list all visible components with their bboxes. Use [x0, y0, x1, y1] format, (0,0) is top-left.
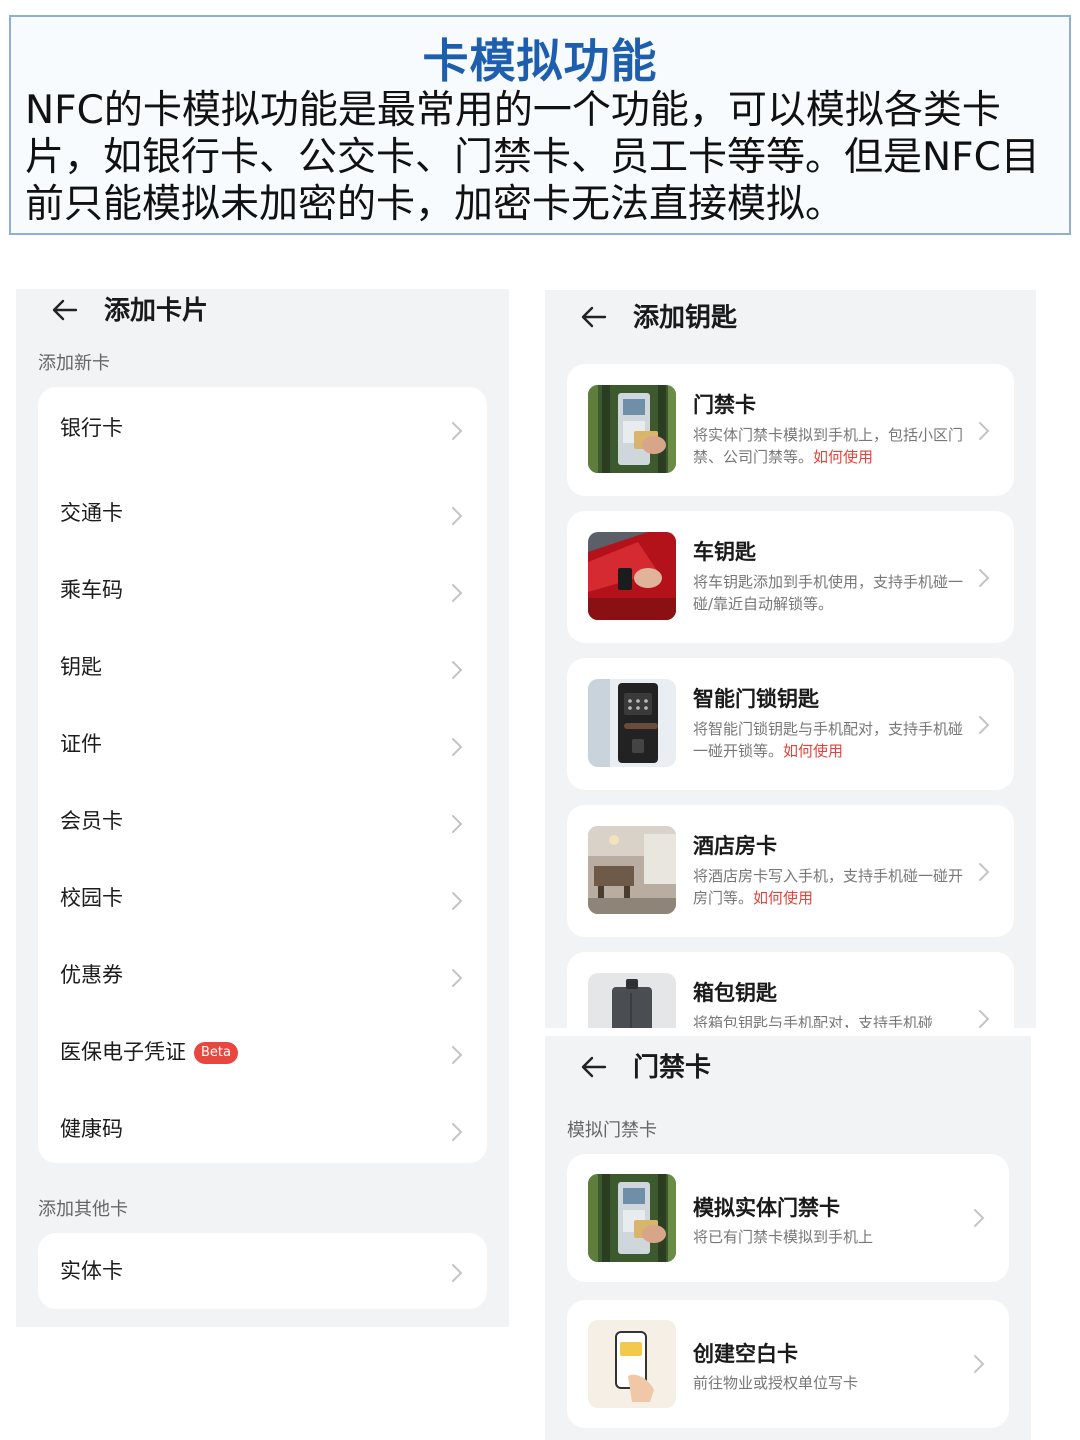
door-item-title: 创建空白卡 [693, 1342, 798, 1366]
how-to-use-link[interactable]: 如何使用 [783, 742, 843, 760]
list-item-label: 证件 [60, 732, 102, 756]
list-item-label: 乘车码 [60, 578, 123, 602]
how-to-use-link[interactable]: 如何使用 [753, 889, 813, 907]
how-to-use-link[interactable]: 如何使用 [813, 448, 873, 466]
list-item-label: 优惠券 [60, 963, 123, 987]
chevron-right-icon [979, 569, 990, 587]
list-item-campus-card[interactable]: 校园卡 [38, 857, 487, 934]
section-label-simulate: 模拟门禁卡 [567, 1120, 657, 1141]
page-title: 添加卡片 [104, 296, 209, 326]
door-access-photo [588, 385, 676, 473]
chevron-right-icon [979, 863, 990, 881]
chevron-right-icon [452, 1046, 463, 1064]
intro-text: NFC的卡模拟功能是最常用的一个功能，可以模拟各类卡片，如银行卡、公交卡、门禁卡… [25, 88, 1040, 227]
key-item-title: 门禁卡 [693, 393, 756, 417]
add-card-nav-bar: 添加卡片 [16, 289, 509, 337]
door-item-simulate-physical[interactable]: 模拟实体门禁卡 将已有门禁卡模拟到手机上 [567, 1154, 1009, 1282]
key-item-title: 箱包钥匙 [693, 981, 777, 1005]
section-label-new-card: 添加新卡 [38, 353, 110, 374]
chevron-right-icon [974, 1355, 985, 1373]
key-item-desc: 将车钥匙添加到手机使用，支持手机碰一碰/靠近自动解锁等。 [693, 573, 964, 613]
key-item-desc: 将酒店房卡写入手机，支持手机碰一碰开房门等。如何使用 [693, 865, 965, 909]
add-card-screen: 添加卡片 添加新卡 银行卡 交通卡 乘车码 钥匙 证件 会员卡 校园卡 优惠券 … [16, 289, 509, 1327]
list-item-label: 校园卡 [60, 886, 123, 910]
list-item-coupon[interactable]: 优惠券 [38, 934, 487, 1011]
door-item-create-blank[interactable]: 创建空白卡 前往物业或授权单位写卡 [567, 1300, 1009, 1428]
list-item-label: 钥匙 [60, 655, 102, 679]
door-item-desc: 将已有门禁卡模拟到手机上 [693, 1228, 874, 1246]
other-card-list: 实体卡 [38, 1233, 487, 1309]
chevron-right-icon [452, 422, 463, 440]
beta-badge: Beta [194, 1042, 238, 1064]
chevron-right-icon [452, 738, 463, 756]
key-item-car-key[interactable]: 车钥匙 将车钥匙添加到手机使用，支持手机碰一碰/靠近自动解锁等。 [567, 511, 1014, 643]
key-item-title: 酒店房卡 [693, 834, 777, 858]
door-access-photo [588, 1174, 676, 1262]
back-arrow-icon[interactable] [579, 302, 609, 332]
key-item-desc: 将智能门锁钥匙与手机配对，支持手机碰一碰开锁等。如何使用 [693, 718, 965, 762]
key-item-smart-lock[interactable]: 智能门锁钥匙 将智能门锁钥匙与手机配对，支持手机碰一碰开锁等。如何使用 [567, 658, 1014, 790]
phone-card-icon [588, 1320, 676, 1408]
list-item-member-card[interactable]: 会员卡 [38, 780, 487, 857]
intro-box: 卡模拟功能 NFC的卡模拟功能是最常用的一个功能，可以模拟各类卡片，如银行卡、公… [9, 15, 1071, 235]
list-item-transit-card[interactable]: 交通卡 [38, 472, 487, 549]
key-item-title: 智能门锁钥匙 [693, 687, 819, 711]
key-item-hotel-card[interactable]: 酒店房卡 将酒店房卡写入手机，支持手机碰一碰开房门等。如何使用 [567, 805, 1014, 937]
section-label-other-card: 添加其他卡 [38, 1199, 128, 1220]
list-item-label: 交通卡 [60, 501, 123, 525]
chevron-right-icon [974, 1209, 985, 1227]
chevron-right-icon [452, 507, 463, 525]
list-item-label: 实体卡 [60, 1259, 123, 1283]
list-item-label: 会员卡 [60, 809, 123, 833]
door-item-desc: 前往物业或授权单位写卡 [693, 1374, 859, 1392]
key-item-desc: 将实体门禁卡模拟到手机上，包括小区门禁、公司门禁等。如何使用 [693, 424, 965, 468]
new-card-list: 银行卡 交通卡 乘车码 钥匙 证件 会员卡 校园卡 优惠券 医保电子凭证 Bet… [38, 387, 487, 1163]
list-item-key[interactable]: 钥匙 [38, 626, 487, 703]
chevron-right-icon [452, 661, 463, 679]
key-item-luggage-key[interactable]: 箱包钥匙 将箱包钥匙与手机配对，支持手机碰 [567, 952, 1014, 1028]
chevron-right-icon [452, 815, 463, 833]
key-item-desc-text: 将酒店房卡写入手机，支持手机碰一碰开房门等。 [693, 867, 964, 907]
door-item-title: 模拟实体门禁卡 [693, 1196, 840, 1220]
list-item-health-code[interactable]: 健康码 [38, 1088, 487, 1165]
chevron-right-icon [452, 892, 463, 910]
key-item-title: 车钥匙 [693, 540, 756, 564]
back-arrow-icon[interactable] [579, 1052, 609, 1082]
chevron-right-icon [452, 584, 463, 602]
list-item-label: 银行卡 [60, 416, 123, 440]
luggage-photo [588, 973, 676, 1028]
key-item-door-access[interactable]: 门禁卡 将实体门禁卡模拟到手机上，包括小区门禁、公司门禁等。如何使用 [567, 364, 1014, 496]
door-card-nav-bar: 门禁卡 [545, 1046, 1031, 1094]
list-item-medical-insurance[interactable]: 医保电子凭证 Beta [38, 1011, 487, 1088]
chevron-right-icon [979, 716, 990, 734]
door-card-screen: 门禁卡 模拟门禁卡 模拟实体门禁卡 将已有门禁卡模拟到手机上 创建空白卡 前往物… [545, 1036, 1031, 1440]
chevron-right-icon [979, 1010, 990, 1028]
car-door-photo [588, 532, 676, 620]
chevron-right-icon [452, 1264, 463, 1282]
add-key-screen: 添加钥匙 门禁卡 将实体门禁卡模拟到手机上，包括小区门禁、公司门禁等。如何使用 [545, 290, 1036, 1028]
smart-lock-photo [588, 679, 676, 767]
chevron-right-icon [452, 969, 463, 987]
list-item-id-document[interactable]: 证件 [38, 703, 487, 780]
hotel-room-photo [588, 826, 676, 914]
medical-insurance-label: 医保电子凭证 [60, 1040, 186, 1064]
page-title: 门禁卡 [633, 1053, 712, 1083]
list-item-label: 健康码 [60, 1117, 123, 1141]
page-title: 添加钥匙 [633, 303, 738, 333]
list-item-ride-code[interactable]: 乘车码 [38, 549, 487, 626]
list-item-label: 医保电子凭证 Beta [60, 1039, 238, 1065]
chevron-right-icon [452, 1123, 463, 1141]
intro-title: 卡模拟功能 [422, 34, 658, 88]
list-item-bank-card[interactable]: 银行卡 [38, 387, 487, 472]
key-item-desc: 将箱包钥匙与手机配对，支持手机碰 [693, 1014, 934, 1028]
chevron-right-icon [979, 422, 990, 440]
back-arrow-icon[interactable] [50, 295, 80, 325]
add-key-nav-bar: 添加钥匙 [545, 296, 1036, 344]
list-item-physical-card[interactable]: 实体卡 [38, 1233, 487, 1309]
